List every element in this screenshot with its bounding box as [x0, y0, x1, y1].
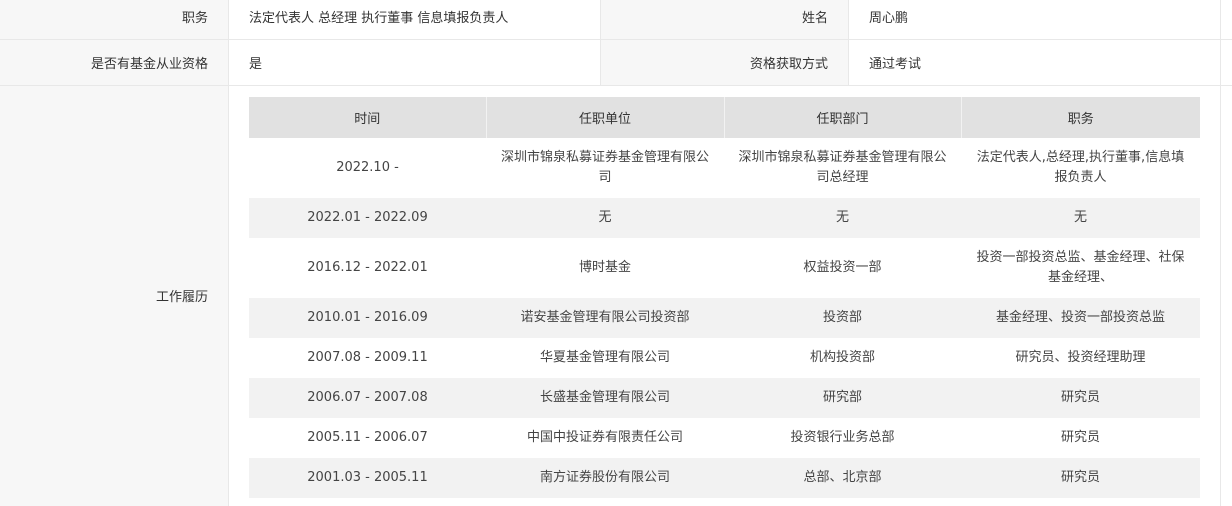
cell-position: 法定代表人,总经理,执行董事,信息填报负责人	[976, 150, 1185, 185]
cell-department: 机构投资部	[809, 350, 875, 365]
cell-company: 诺安基金管理有限公司投资部	[486, 298, 724, 338]
name-label: 姓名	[601, 0, 849, 39]
info-row-qualification: 是否有基金从业资格 是 资格获取方式 通过考试	[0, 40, 1232, 86]
cell-company: 华夏基金管理有限公司	[539, 350, 670, 365]
cell-time: 2005.11 - 2006.07	[307, 430, 428, 445]
work-history-label-cell: 工作履历	[0, 86, 229, 506]
table-row: 2007.08 - 2009.11 华夏基金管理有限公司 机构投资部 研究员、投…	[249, 338, 1200, 378]
header-time: 时间	[249, 97, 487, 138]
qualification-method-value: 通过考试	[849, 40, 1221, 85]
cell-company: 长盛基金管理有限公司	[486, 378, 724, 418]
info-row-position: 职务 法定代表人 总经理 执行董事 信息填报负责人 姓名 周心鹏	[0, 0, 1232, 40]
cell-position: 投资一部投资总监、基金经理、社保基金经理、	[976, 250, 1185, 285]
cell-company: 深圳市锦泉私募证券基金管理有限公司	[500, 150, 709, 185]
cell-time: 2022.01 - 2022.09	[249, 198, 486, 238]
cell-time: 2016.12 - 2022.01	[307, 260, 428, 275]
name-value: 周心鹏	[849, 0, 1221, 39]
cell-department: 无	[724, 198, 961, 238]
cell-company: 中国中投证券有限责任公司	[526, 430, 683, 445]
cell-time: 2001.03 - 2005.11	[249, 458, 486, 498]
table-row: 2016.12 - 2022.01 博时基金 权益投资一部 投资一部投资总监、基…	[249, 238, 1200, 298]
position-value: 法定代表人 总经理 执行董事 信息填报负责人	[229, 0, 601, 39]
work-history-label: 工作履历	[155, 290, 208, 305]
cell-department: 深圳市锦泉私募证券基金管理有限公司总经理	[738, 150, 947, 185]
table-row: 2010.01 - 2016.09 诺安基金管理有限公司投资部 投资部 基金经理…	[249, 298, 1200, 338]
header-position: 职务	[961, 97, 1200, 138]
header-department: 任职部门	[724, 97, 962, 138]
cell-position: 研究员	[961, 458, 1200, 498]
table-row: 2022.10 - 深圳市锦泉私募证券基金管理有限公司 深圳市锦泉私募证券基金管…	[249, 138, 1200, 198]
cell-department: 投资部	[724, 298, 961, 338]
cell-department: 总部、北京部	[724, 458, 961, 498]
cell-position: 研究员、投资经理助理	[1015, 350, 1146, 365]
work-history-table: 时间 任职单位 任职部门 职务 2022.10 - 深圳市锦泉私募证券基金管理有…	[249, 97, 1200, 498]
table-row: 2001.03 - 2005.11 南方证券股份有限公司 总部、北京部 研究员	[249, 458, 1200, 498]
cell-position: 基金经理、投资一部投资总监	[961, 298, 1200, 338]
qualification-value: 是	[229, 40, 601, 85]
cell-time: 2007.08 - 2009.11	[307, 350, 428, 365]
cell-company: 无	[486, 198, 724, 238]
position-label: 职务	[0, 0, 229, 39]
manager-profile-page: 职务 法定代表人 总经理 执行董事 信息填报负责人 姓名 周心鹏 是否有基金从业…	[0, 0, 1232, 506]
cell-position: 研究员	[961, 378, 1200, 418]
table-header-row: 时间 任职单位 任职部门 职务	[249, 97, 1200, 138]
cell-time: 2006.07 - 2007.08	[249, 378, 486, 418]
cell-department: 权益投资一部	[803, 260, 882, 275]
cell-position: 无	[961, 198, 1200, 238]
cell-time: 2010.01 - 2016.09	[249, 298, 486, 338]
cell-department: 研究部	[724, 378, 961, 418]
cell-company: 博时基金	[578, 260, 631, 275]
table-row: 2022.01 - 2022.09 无 无 无	[249, 198, 1200, 238]
qualification-label: 是否有基金从业资格	[0, 40, 229, 85]
table-row: 2006.07 - 2007.08 长盛基金管理有限公司 研究部 研究员	[249, 378, 1200, 418]
cell-department: 投资银行业务总部	[790, 430, 895, 445]
cell-position: 研究员	[1060, 430, 1100, 445]
table-row: 2005.11 - 2006.07 中国中投证券有限责任公司 投资银行业务总部 …	[249, 418, 1200, 458]
cell-time: 2022.10 -	[336, 160, 399, 175]
qualification-method-label: 资格获取方式	[601, 40, 849, 85]
header-company: 任职单位	[486, 97, 725, 138]
cell-company: 南方证券股份有限公司	[486, 458, 724, 498]
